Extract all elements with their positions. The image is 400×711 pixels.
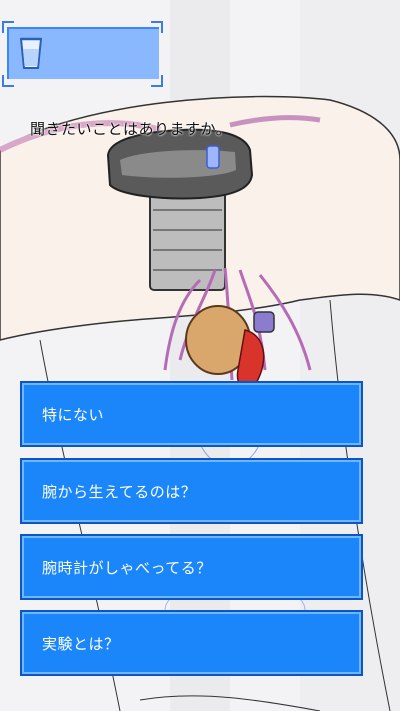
item-frame-corner bbox=[2, 21, 14, 33]
item-frame-corner bbox=[151, 21, 163, 33]
choice-button-experiment[interactable]: 実験とは？ bbox=[20, 610, 363, 676]
dialogue-text: 聞きたいことはありますか。 bbox=[30, 120, 232, 138]
game-scene bbox=[0, 0, 400, 711]
scene-artwork bbox=[0, 0, 400, 711]
choice-button-talking-watch[interactable]: 腕時計がしゃべってる？ bbox=[20, 534, 363, 600]
choice-button-arm-growth[interactable]: 腕から生えてるのは？ bbox=[20, 458, 363, 524]
cup-icon[interactable] bbox=[18, 35, 44, 71]
choice-button-nothing[interactable]: 特にない bbox=[20, 381, 363, 447]
item-frame-corner bbox=[151, 75, 163, 87]
item-frame-corner bbox=[2, 75, 14, 87]
